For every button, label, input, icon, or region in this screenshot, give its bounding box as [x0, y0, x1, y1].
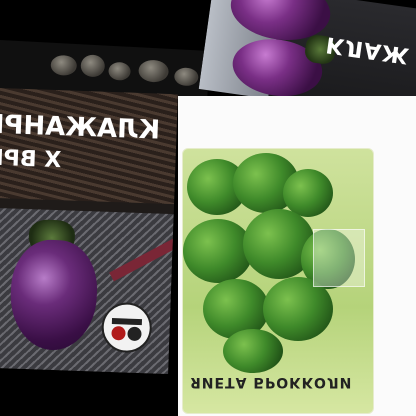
package-title-line-2: Х ВРІ — [0, 145, 62, 174]
broccoli-floret — [283, 169, 333, 217]
package-brand-text: ЯИЕТА БРОККОЛИ — [190, 374, 353, 390]
broccoli-floret — [183, 219, 253, 283]
broccoli-package: ЯИЕТА БРОККОЛИ — [178, 96, 416, 416]
pebble — [138, 59, 170, 83]
pebble — [173, 67, 199, 87]
photo-collage: КЛАЖ ВЫ КЛАЖАНРІ Х ВРІ ЯИЕТА БРОККОЛИ — [0, 0, 416, 416]
eggplant-package-left: КЛАЖАНРІ Х ВРІ — [0, 88, 178, 375]
pebble — [108, 61, 131, 81]
pebble — [50, 54, 78, 77]
broccoli-floret — [223, 329, 283, 373]
nutrition-label — [313, 229, 365, 287]
package-title-line-1: КЛАЖАНРІ — [0, 109, 161, 146]
pebble — [80, 54, 106, 78]
package-text: КЛАЖ ВЫ — [324, 31, 416, 74]
